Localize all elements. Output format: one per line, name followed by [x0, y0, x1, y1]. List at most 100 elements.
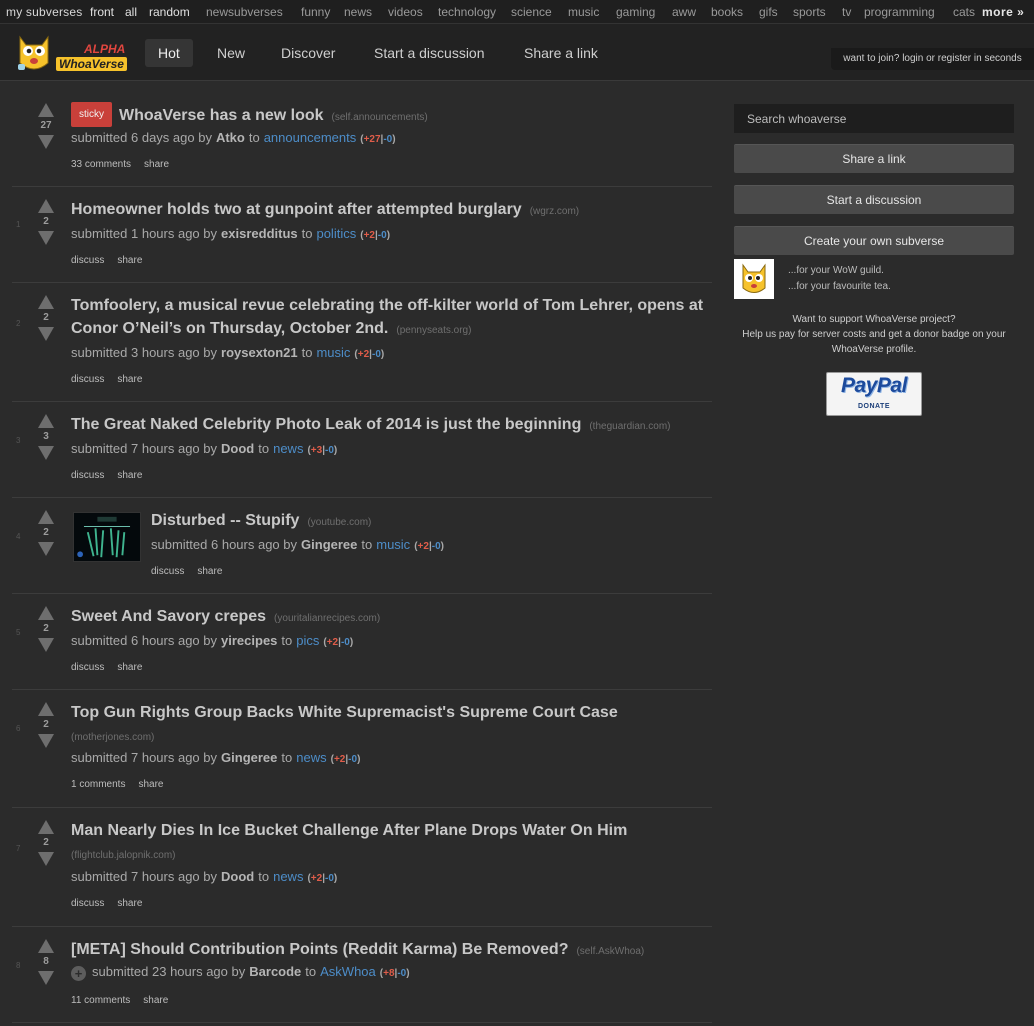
login-register-link[interactable]: want to join? login or register in secon… — [831, 48, 1034, 70]
subverse-link-news[interactable]: news — [344, 0, 372, 24]
post-title-link[interactable]: [META] Should Contribution Points (Reddi… — [71, 941, 568, 958]
tab-share-link[interactable]: Share a link — [511, 39, 611, 67]
upvote-icon[interactable] — [38, 702, 54, 716]
subverse-link-music[interactable]: music — [568, 0, 599, 24]
comments-link[interactable]: 1 comments — [71, 779, 125, 790]
post-author-link[interactable]: Barcode — [249, 964, 301, 979]
subverse-link-funny[interactable]: funny — [301, 0, 330, 24]
post-subverse-link[interactable]: pics — [296, 633, 319, 648]
expand-plus-icon[interactable]: + — [71, 966, 86, 981]
share-link[interactable]: share — [143, 995, 168, 1006]
post-domain[interactable]: (wgrz.com) — [530, 206, 579, 217]
post-subverse-link[interactable]: news — [273, 869, 303, 884]
upvote-icon[interactable] — [38, 820, 54, 834]
video-thumbnail[interactable] — [73, 512, 141, 562]
post-subverse-link[interactable]: music — [376, 537, 410, 552]
downvote-icon[interactable] — [38, 327, 54, 341]
downvote-icon[interactable] — [38, 446, 54, 460]
subverse-link-newsubverses[interactable]: newsubverses — [206, 0, 283, 24]
more-subverses-link[interactable]: more » — [982, 0, 1024, 24]
post-domain[interactable]: (youritalianrecipes.com) — [274, 613, 380, 624]
share-link[interactable]: share — [197, 566, 222, 577]
post-author-link[interactable]: yirecipes — [221, 633, 277, 648]
subverse-link-sports[interactable]: sports — [793, 0, 826, 24]
post-title-link[interactable]: Top Gun Rights Group Backs White Suprema… — [71, 704, 618, 721]
post-title-link[interactable]: Tomfoolery, a musical revue celebrating … — [71, 297, 703, 337]
post-subverse-link[interactable]: politics — [316, 226, 356, 241]
downvote-icon[interactable] — [38, 852, 54, 866]
post-domain[interactable]: (motherjones.com) — [71, 732, 154, 743]
comments-link[interactable]: discuss — [151, 566, 184, 577]
tab-start-discussion[interactable]: Start a discussion — [361, 39, 498, 67]
upvote-icon[interactable] — [38, 199, 54, 213]
share-link[interactable]: share — [117, 255, 142, 266]
share-link[interactable]: share — [138, 779, 163, 790]
subverse-link-tv[interactable]: tv — [842, 0, 851, 24]
post-title-link[interactable]: Homeowner holds two at gunpoint after at… — [71, 201, 522, 218]
comments-link[interactable]: discuss — [71, 470, 104, 481]
downvote-icon[interactable] — [38, 231, 54, 245]
comments-link[interactable]: discuss — [71, 662, 104, 673]
post-subverse-link[interactable]: news — [296, 750, 326, 765]
upvote-icon[interactable] — [38, 103, 54, 117]
subverse-link-gifs[interactable]: gifs — [759, 0, 778, 24]
upvote-icon[interactable] — [38, 606, 54, 620]
comments-link[interactable]: discuss — [71, 374, 104, 385]
subverse-link-programming[interactable]: programming — [864, 0, 935, 24]
share-link[interactable]: share — [117, 898, 142, 909]
subverse-link-technology[interactable]: technology — [438, 0, 496, 24]
subverse-link-all[interactable]: all — [125, 0, 137, 24]
subverse-link-random[interactable]: random — [149, 0, 190, 24]
comments-link[interactable]: discuss — [71, 898, 104, 909]
subverse-link-front[interactable]: front — [90, 0, 114, 24]
subverse-link-aww[interactable]: aww — [672, 0, 696, 24]
subverse-link-videos[interactable]: videos — [388, 0, 423, 24]
post-subverse-link[interactable]: announcements — [264, 130, 357, 145]
post-author-link[interactable]: Dood — [221, 441, 254, 456]
logo-wordmark[interactable]: WhoaVerse — [56, 57, 127, 71]
share-link[interactable]: share — [117, 662, 142, 673]
post-title-link[interactable]: The Great Naked Celebrity Photo Leak of … — [71, 416, 581, 433]
subverse-link-cats[interactable]: cats — [953, 0, 975, 24]
comments-link[interactable]: 11 comments — [71, 995, 130, 1006]
post-author-link[interactable]: Dood — [221, 869, 254, 884]
downvote-icon[interactable] — [38, 971, 54, 985]
upvote-icon[interactable] — [38, 939, 54, 953]
downvote-icon[interactable] — [38, 542, 54, 556]
subverse-link-gaming[interactable]: gaming — [616, 0, 655, 24]
post-domain[interactable]: (youtube.com) — [307, 517, 371, 528]
post-author-link[interactable]: exisredditus — [221, 226, 298, 241]
post-domain[interactable]: (pennyseats.org) — [396, 325, 471, 336]
search-input[interactable] — [734, 104, 1014, 133]
create-subverse-button[interactable]: Create your own subverse — [734, 226, 1014, 255]
tab-discover[interactable]: Discover — [268, 39, 348, 67]
share-link[interactable]: share — [117, 470, 142, 481]
promo-banner[interactable]: ...for your WoW guild. ...for your favou… — [734, 259, 1014, 305]
post-author-link[interactable]: Gingeree — [301, 537, 357, 552]
upvote-icon[interactable] — [38, 510, 54, 524]
share-link[interactable]: share — [144, 159, 169, 170]
downvote-icon[interactable] — [38, 734, 54, 748]
comments-link[interactable]: discuss — [71, 255, 104, 266]
start-discussion-button[interactable]: Start a discussion — [734, 185, 1014, 214]
my-subverses-link[interactable]: my subverses — [6, 0, 82, 24]
post-subverse-link[interactable]: AskWhoa — [320, 964, 376, 979]
post-domain[interactable]: (self.announcements) — [332, 112, 428, 123]
tab-new[interactable]: New — [204, 39, 258, 67]
subverse-link-books[interactable]: books — [711, 0, 743, 24]
post-domain[interactable]: (flightclub.jalopnik.com) — [71, 850, 176, 861]
tab-hot[interactable]: Hot — [145, 39, 193, 67]
post-title-link[interactable]: Sweet And Savory crepes — [71, 608, 266, 625]
downvote-icon[interactable] — [38, 135, 54, 149]
upvote-icon[interactable] — [38, 414, 54, 428]
paypal-donate-button[interactable]: PayPal DONATE — [826, 372, 922, 416]
post-domain[interactable]: (theguardian.com) — [589, 421, 670, 432]
share-link[interactable]: share — [117, 374, 142, 385]
post-domain[interactable]: (self.AskWhoa) — [576, 946, 644, 957]
share-link-button[interactable]: Share a link — [734, 144, 1014, 173]
post-author-link[interactable]: Atko — [216, 130, 245, 145]
subverse-link-science[interactable]: science — [511, 0, 552, 24]
comments-link[interactable]: 33 comments — [71, 159, 131, 170]
upvote-icon[interactable] — [38, 295, 54, 309]
post-subverse-link[interactable]: music — [316, 345, 350, 360]
